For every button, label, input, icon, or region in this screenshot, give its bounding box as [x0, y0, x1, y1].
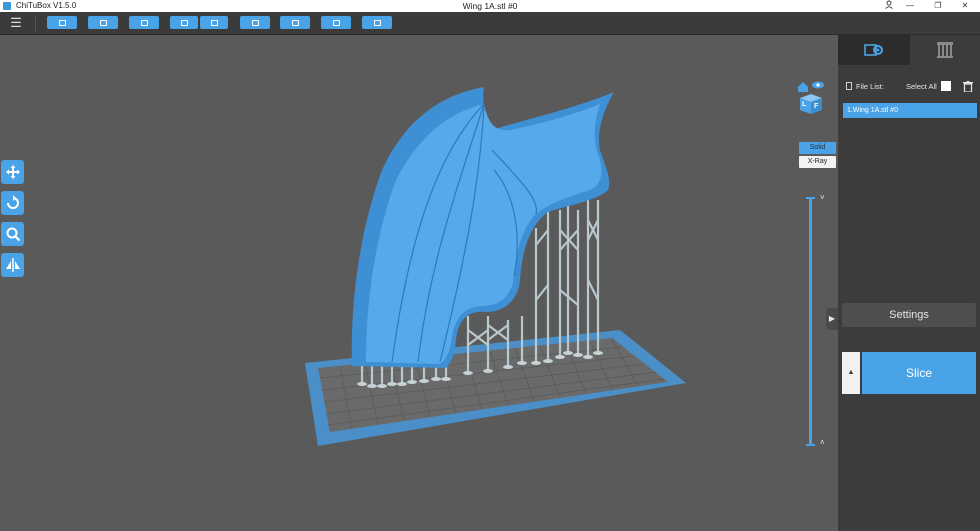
select-button[interactable] [129, 16, 159, 29]
panel-collapse-tab[interactable]: ▶ [826, 308, 838, 330]
model-scene[interactable] [0, 35, 838, 531]
open-file-button[interactable] [47, 16, 77, 29]
file-list-header: File List: Select All [846, 81, 976, 93]
select-all-checkbox[interactable] [941, 81, 951, 91]
layer-down-chevron-icon[interactable]: ˅ [820, 193, 825, 202]
hamburger-menu-icon[interactable]: ☰ [9, 16, 23, 30]
scale-icon [6, 227, 21, 242]
save-button[interactable] [88, 16, 118, 29]
export-button[interactable] [200, 16, 228, 29]
document-icon [251, 19, 259, 26]
layer-slider[interactable] [809, 198, 812, 446]
toolbar: ☰ [0, 12, 980, 35]
select-all-label: Select All [906, 82, 937, 91]
select-icon [140, 19, 148, 26]
slice-options-toggle[interactable]: ▲ [842, 352, 860, 394]
home-icon[interactable] [798, 82, 808, 92]
eye-icon[interactable] [812, 81, 824, 89]
document-button[interactable] [240, 16, 270, 29]
cube-face-left: L [802, 101, 807, 108]
settings-button[interactable]: Settings [842, 303, 976, 327]
file-list-icon [846, 82, 852, 90]
printer-button[interactable] [321, 16, 351, 29]
view-cube[interactable]: L F [796, 79, 826, 120]
trash-icon[interactable] [963, 81, 973, 94]
layer-slider-bottom-handle[interactable] [806, 444, 815, 446]
wing-model[interactable] [351, 87, 614, 368]
file-list-item[interactable]: 1.Wing 1A.stl #0 [843, 103, 977, 118]
rotate-tool-button[interactable] [1, 191, 24, 215]
tab-settings[interactable] [838, 35, 910, 65]
solid-view-button[interactable]: Solid [799, 142, 836, 154]
gear-icon [864, 44, 883, 56]
layer-up-chevron-icon[interactable]: ˄ [820, 438, 825, 447]
save-icon [99, 19, 107, 26]
layer-slider-top-handle[interactable] [806, 197, 815, 199]
network-button[interactable] [280, 16, 310, 29]
cube-face-front: F [814, 103, 819, 110]
window-title: Wing 1A.stl #0 [462, 1, 518, 11]
import-icon [180, 19, 188, 26]
move-tool-button[interactable] [1, 160, 24, 184]
supports-icon [937, 42, 953, 58]
tab-supports[interactable] [910, 35, 980, 65]
right-panel: File List: Select All 1.Wing 1A.stl #0 S… [838, 35, 980, 531]
stop-button[interactable] [362, 16, 392, 29]
3d-viewport[interactable]: L F Solid X-Ray ˅ ˄ ▶ [0, 35, 838, 531]
toolbar-divider [35, 15, 36, 31]
minimize-button[interactable]: — [903, 0, 917, 12]
restore-button[interactable]: ❐ [931, 0, 945, 12]
file-list-label: File List: [856, 82, 884, 91]
user-icon[interactable] [882, 0, 896, 12]
mirror-tool-button[interactable] [1, 253, 24, 277]
slice-button[interactable]: Slice [862, 352, 976, 394]
stop-icon [373, 19, 381, 26]
xray-view-button[interactable]: X-Ray [799, 156, 836, 168]
printer-icon [332, 19, 340, 26]
import-button[interactable] [170, 16, 198, 29]
close-button[interactable]: ✕ [958, 0, 972, 12]
network-icon [291, 19, 299, 26]
mirror-icon [6, 258, 20, 272]
export-icon [210, 19, 218, 26]
open-file-icon [58, 19, 66, 26]
rotate-icon [7, 195, 19, 209]
scale-tool-button[interactable] [1, 222, 24, 246]
move-icon [6, 165, 20, 179]
title-bar: ChiTuBox V1.5.0 Wing 1A.stl #0 — ❐ ✕ [0, 0, 980, 12]
